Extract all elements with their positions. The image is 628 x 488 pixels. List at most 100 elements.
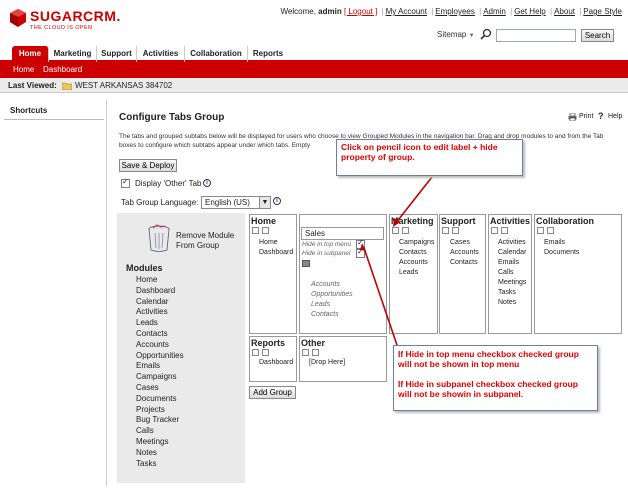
tab-reports[interactable]: Reports	[248, 46, 288, 62]
list-item[interactable]: Activities	[136, 307, 184, 318]
hide-subpanel-checkbox[interactable]	[356, 247, 365, 258]
list-item[interactable]: Contacts	[311, 310, 339, 320]
edit-pencil-icon[interactable]	[392, 227, 399, 234]
employees-link[interactable]: Employees	[435, 7, 475, 16]
search-input[interactable]	[496, 29, 576, 42]
list-item[interactable]: Activities	[498, 238, 526, 248]
list-item[interactable]: Opportunities	[311, 290, 353, 300]
my-account-link[interactable]: My Account	[386, 7, 427, 16]
search-icon[interactable]	[480, 28, 492, 40]
get-help-link[interactable]: Get Help	[514, 7, 546, 16]
delete-icon[interactable]	[452, 227, 459, 234]
group-label-input[interactable]: Sales	[301, 227, 384, 240]
list-item[interactable]: Calls	[136, 426, 184, 437]
list-item[interactable]: Dashboard	[259, 248, 293, 258]
delete-icon[interactable]	[262, 349, 269, 356]
group-support[interactable]: Support Cases Accounts Contacts	[439, 214, 486, 334]
search-button[interactable]: Search	[581, 29, 614, 42]
edit-pencil-icon[interactable]	[442, 227, 449, 234]
list-item[interactable]: Notes	[498, 298, 516, 308]
info-icon[interactable]: i	[273, 197, 281, 205]
edit-pencil-icon[interactable]	[491, 227, 498, 234]
list-item[interactable]: Bug Tracker	[136, 415, 184, 426]
about-link[interactable]: About	[554, 7, 575, 16]
group-home[interactable]: Home Home Dashboard	[249, 214, 297, 334]
group-other[interactable]: Other [Drop Here]	[299, 336, 387, 382]
delete-icon[interactable]	[547, 227, 554, 234]
list-item[interactable]: Cases	[450, 238, 470, 248]
list-item[interactable]: Calendar	[498, 248, 526, 258]
list-item[interactable]: Leads	[136, 318, 184, 329]
list-item[interactable]: Campaigns	[136, 372, 184, 383]
list-item[interactable]: Contacts	[136, 329, 184, 340]
edit-pencil-icon[interactable]	[302, 349, 309, 356]
admin-link[interactable]: Admin	[483, 7, 506, 16]
print-link[interactable]: Print	[579, 113, 593, 120]
list-item[interactable]: Accounts	[399, 258, 428, 268]
list-item[interactable]: Home	[259, 238, 278, 248]
list-item[interactable]: Campaigns	[399, 238, 434, 248]
list-item[interactable]: Home	[136, 275, 184, 286]
list-item[interactable]: Contacts	[399, 248, 427, 258]
list-item[interactable]: Documents	[136, 394, 184, 405]
tab-support[interactable]: Support	[97, 46, 137, 62]
list-item[interactable]: Tasks	[498, 288, 516, 298]
drop-target[interactable]: [Drop Here]	[309, 358, 345, 368]
list-item[interactable]: Accounts	[136, 340, 184, 351]
last-viewed-item[interactable]: WEST ARKANSAS 384702	[75, 81, 172, 90]
list-item[interactable]: Tasks	[136, 459, 184, 470]
edit-pencil-icon[interactable]	[537, 227, 544, 234]
list-item[interactable]: Contacts	[450, 258, 478, 268]
list-item[interactable]: Projects	[136, 405, 184, 416]
list-item[interactable]: Emails	[136, 361, 184, 372]
save-icon[interactable]	[302, 260, 310, 267]
list-item[interactable]: Opportunities	[136, 351, 184, 362]
group-collaboration[interactable]: Collaboration Emails Documents	[534, 214, 622, 334]
list-item[interactable]: Calls	[498, 268, 514, 278]
list-item[interactable]: Documents	[544, 248, 579, 258]
list-item[interactable]: Accounts	[450, 248, 479, 258]
group-marketing[interactable]: Marketing Campaigns Contacts Accounts Le…	[389, 214, 438, 334]
language-select[interactable]: English (US) ▼	[201, 196, 271, 209]
help-question-icon[interactable]: ?	[598, 111, 604, 121]
list-item[interactable]: Leads	[311, 300, 330, 310]
sugarcrm-logo[interactable]: SUGARCRM. THE CLOUD IS OPEN	[8, 8, 143, 38]
list-item[interactable]: Accounts	[311, 280, 340, 290]
trash-icon[interactable]	[147, 224, 171, 252]
list-item[interactable]: Calendar	[136, 297, 184, 308]
list-item[interactable]: Meetings	[136, 437, 184, 448]
save-deploy-button[interactable]: Save & Deploy	[119, 159, 177, 172]
sitemap-menu[interactable]: Sitemap ▼	[437, 30, 475, 39]
tab-home[interactable]: Home	[12, 46, 49, 62]
list-item[interactable]: Emails	[544, 238, 565, 248]
printer-icon[interactable]	[568, 113, 577, 121]
group-reports[interactable]: Reports Dashboard	[249, 336, 297, 382]
add-group-button[interactable]: Add Group	[249, 386, 296, 399]
list-item[interactable]: Dashboard	[136, 286, 184, 297]
delete-icon[interactable]	[501, 227, 508, 234]
subtab-dashboard[interactable]: Dashboard	[43, 62, 82, 78]
list-item[interactable]: Meetings	[498, 278, 526, 288]
info-icon[interactable]: i	[203, 179, 211, 187]
delete-icon[interactable]	[312, 349, 319, 356]
delete-icon[interactable]	[262, 227, 269, 234]
page-style-link[interactable]: Page Style	[583, 7, 622, 16]
tab-activities[interactable]: Activities	[137, 46, 185, 62]
list-item[interactable]: Emails	[498, 258, 519, 268]
tab-marketing[interactable]: Marketing	[49, 46, 97, 62]
edit-pencil-icon[interactable]	[252, 227, 259, 234]
list-item[interactable]: Notes	[136, 448, 184, 459]
display-other-checkbox[interactable]	[121, 177, 130, 188]
username: admin	[318, 7, 342, 16]
help-link[interactable]: Help	[608, 113, 622, 120]
list-item[interactable]: Cases	[136, 383, 184, 394]
logout-link[interactable]: [ Logout ]	[344, 7, 377, 16]
delete-icon[interactable]	[402, 227, 409, 234]
subtab-home[interactable]: Home	[13, 62, 34, 78]
list-item[interactable]: Leads	[399, 268, 418, 278]
edit-pencil-icon[interactable]	[252, 349, 259, 356]
sugar-cube-icon	[10, 9, 26, 27]
group-activities[interactable]: Activities Activities Calendar Emails Ca…	[488, 214, 532, 334]
tab-collaboration[interactable]: Collaboration	[185, 46, 248, 62]
list-item[interactable]: Dashboard	[259, 358, 293, 368]
